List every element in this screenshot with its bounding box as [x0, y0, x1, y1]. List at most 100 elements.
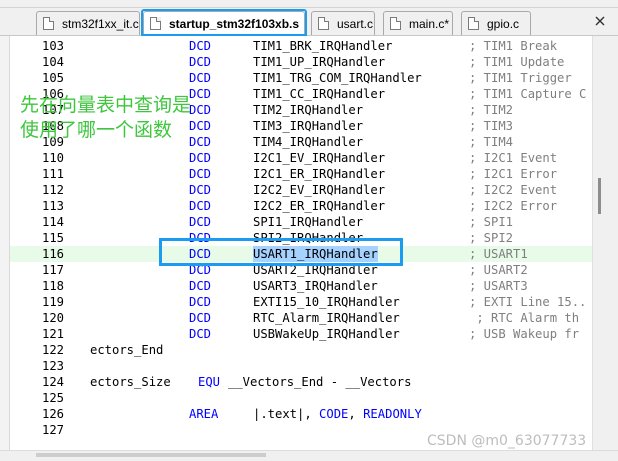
line-number: 120 [42, 311, 65, 325]
line-number: 117 [42, 263, 65, 277]
code-argument: __Vectors_End - __Vectors [228, 375, 412, 389]
line-number: 126 [42, 407, 65, 421]
code-directive: AREA [189, 407, 219, 421]
code-line[interactable]: 125 [10, 390, 592, 406]
line-number: 105 [42, 71, 65, 85]
code-comment: ; EXTI Line 15.. [469, 295, 587, 309]
horizontal-scrollbar[interactable] [0, 450, 618, 461]
code-line[interactable]: 112 DCD I2C2_EV_IRQHandler ; I2C2 Event [10, 182, 592, 198]
vertical-scrollbar-thumb[interactable] [598, 178, 601, 214]
code-argument: EXTI15_10_IRQHandler [253, 295, 400, 309]
line-number: 125 [42, 391, 65, 405]
code-line[interactable]: 104 DCD TIM1_UP_IRQHandler ; TIM1 Update [10, 54, 592, 70]
code-text: ectors_Size EQU __Vectors_End - __Vectors [90, 374, 411, 390]
file-icon [43, 17, 54, 30]
code-comment: ; USART3 [469, 279, 528, 293]
watermark: CSDN @m0_63077733 [427, 433, 587, 449]
code-argument: TIM1_TRG_COM_IRQHandler [253, 71, 422, 85]
code-directive: DCD [189, 55, 212, 69]
code-line[interactable]: 110 DCD I2C1_EV_IRQHandler ; I2C1 Event [10, 150, 592, 166]
code-line[interactable]: 114 DCD SPI1_IRQHandler ; SPI1 [10, 214, 592, 230]
code-line[interactable]: 122 ectors_End [10, 342, 592, 358]
line-number: 116 [42, 247, 65, 261]
code-line[interactable]: 118 DCD USART3_IRQHandler ; USART3 [10, 278, 592, 294]
tab-usart[interactable]: usart.c [311, 11, 375, 35]
code-keyword: CODE [319, 407, 349, 421]
annotation-line-2: 使用了哪一个函数 [20, 119, 173, 141]
line-number: 123 [42, 359, 65, 373]
usart1-handler-callout [159, 238, 403, 266]
line-number: 114 [42, 215, 65, 229]
code-line[interactable]: 121 DCD USBWakeUp_IRQHandler ; USB Wakeup f… [10, 326, 592, 342]
code-line[interactable]: 105 DCD TIM1_TRG_COM_IRQHandler ; TIM1 Trig… [10, 70, 592, 86]
code-directive: DCD [189, 215, 212, 229]
code-argument: I2C1_ER_IRQHandler [253, 167, 386, 181]
file-icon [390, 17, 401, 30]
tab-label: gpio.c [487, 16, 520, 31]
code-line[interactable]: 119 DCD EXTI15_10_IRQHandler ; EXTI Line 15… [10, 294, 592, 310]
line-number: 112 [42, 183, 65, 197]
vertical-scrollbar[interactable] [592, 36, 618, 450]
line-number: 103 [42, 39, 65, 53]
code-label: ectors_Size [90, 375, 171, 389]
tab-label: usart.c [337, 16, 374, 31]
code-argument: I2C2_EV_IRQHandler [253, 183, 386, 197]
code-text: ectors_End [90, 342, 163, 358]
line-number: 122 [42, 343, 65, 357]
code-comment: ; USART1 [469, 247, 528, 261]
code-line[interactable]: 123 [10, 358, 592, 374]
code-directive: DCD [189, 71, 212, 85]
code-comment: ; TIM2 [469, 103, 514, 117]
tab-main[interactable]: main.c* [383, 11, 453, 35]
code-comment: ; TIM1 Update [469, 55, 565, 69]
code-line[interactable]: 120 DCD RTC_Alarm_IRQHandler ; RTC Alarm t… [10, 310, 592, 326]
code-comment: ; SPI2 [469, 231, 514, 245]
horizontal-scrollbar-thumb[interactable] [36, 453, 266, 457]
tab-gpio[interactable]: gpio.c [461, 11, 531, 35]
code-directive: DCD [189, 199, 212, 213]
annotation-text: 先在向量表中查询是 使用了哪一个函数 [20, 93, 240, 143]
code-line[interactable]: 126 AREA |.text|, CODE, READONLY [10, 406, 592, 422]
code-argument: SPI1_IRQHandler [253, 215, 364, 229]
code-comment: ; TIM1 Trigger [469, 71, 572, 85]
code-keyword: READONLY [363, 407, 422, 421]
code-comment: ; TIM3 [469, 119, 514, 133]
line-number: 110 [42, 151, 65, 165]
code-comment: ; I2C1 Event [469, 151, 558, 165]
close-tab-icon[interactable] [594, 15, 606, 27]
line-number: 119 [42, 295, 65, 309]
code-argument: USBWakeUp_IRQHandler [253, 327, 400, 341]
code-directive: EQU [198, 375, 221, 389]
code-comment: ; I2C1 Error [469, 167, 558, 181]
code-comment: ; I2C2 Error [469, 199, 558, 213]
code-argument: TIM4_IRQHandler [253, 135, 364, 149]
code-comment: ; I2C2 Event [469, 183, 558, 197]
code-argument: I2C2_ER_IRQHandler [253, 199, 386, 213]
annotation-line-1: 先在向量表中查询是 [20, 94, 192, 116]
code-directive: DCD [189, 167, 212, 181]
file-icon [468, 17, 479, 30]
line-number: 127 [42, 423, 65, 437]
active-tab-highlight [141, 9, 307, 36]
code-line[interactable]: 103 DCD TIM1_BRK_IRQHandler ; TIM1 Break [10, 38, 592, 54]
top-toolbar-strip [0, 0, 618, 8]
line-number: 118 [42, 279, 65, 293]
code-directive: DCD [189, 295, 212, 309]
code-comment: ; RTC Alarm th [469, 311, 580, 325]
code-argument: TIM1_CC_IRQHandler [253, 87, 386, 101]
code-comment: ; SPI1 [469, 215, 514, 229]
file-tab-bar: stm32f1xx_it.c startup_stm32f103xb.s usa… [0, 8, 618, 36]
code-comment: ; USART2 [469, 263, 528, 277]
code-comment: ; TIM4 [469, 135, 514, 149]
code-line[interactable]: 111 DCD I2C1_ER_IRQHandler ; I2C1 Error [10, 166, 592, 182]
code-argument: |.text|, CODE, READONLY [253, 407, 422, 421]
line-number: 113 [42, 199, 65, 213]
code-directive: DCD [189, 279, 212, 293]
code-argument: RTC_Alarm_IRQHandler [253, 311, 400, 325]
code-line[interactable]: 113 DCD I2C2_ER_IRQHandler ; I2C2 Error [10, 198, 592, 214]
code-directive: DCD [189, 183, 212, 197]
code-directive: DCD [189, 151, 212, 165]
code-label: ectors_End [90, 343, 164, 357]
tab-stm32f1xx-it[interactable]: stm32f1xx_it.c [36, 11, 140, 35]
code-line[interactable]: 124 ectors_Size EQU __Vectors_End - __Vecto… [10, 374, 592, 390]
